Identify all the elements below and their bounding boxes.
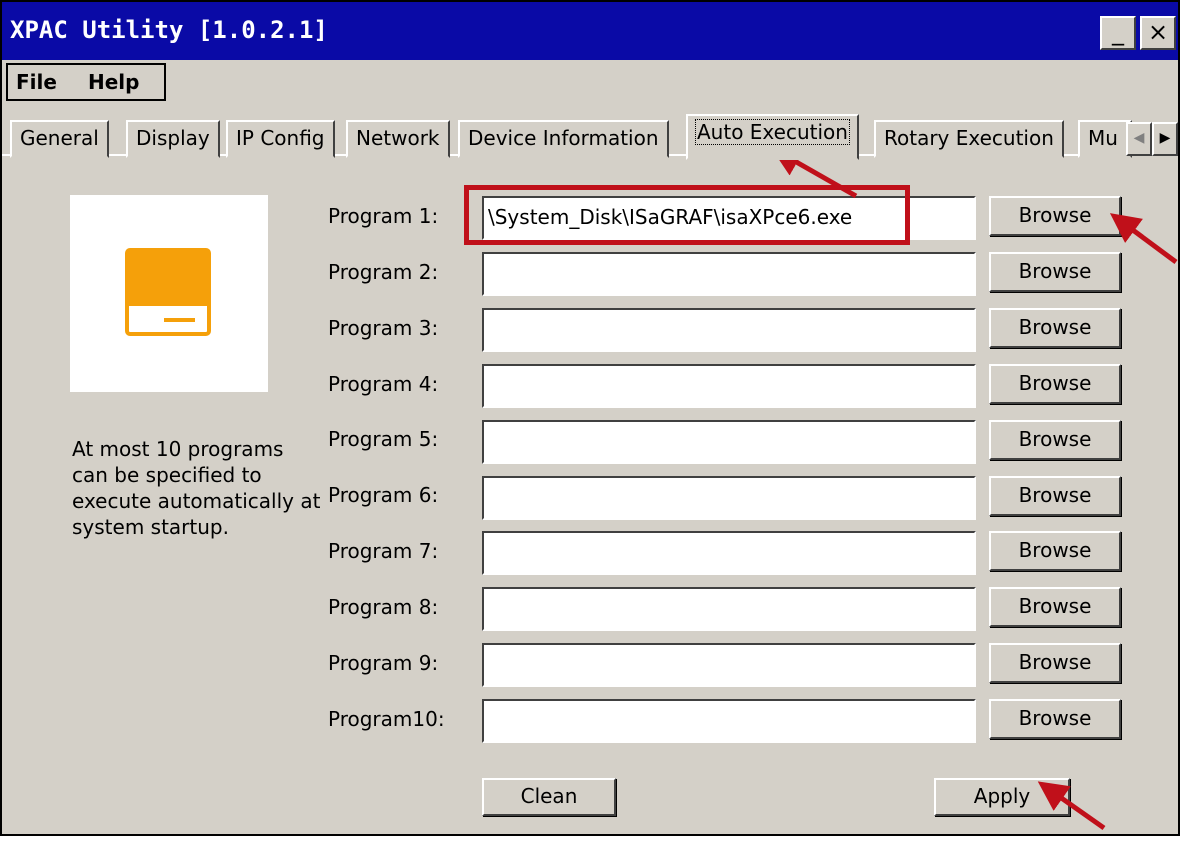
program-8-input[interactable] — [482, 587, 976, 631]
program-3-label: Program 3: — [328, 316, 439, 340]
tab-scroll-right-icon[interactable]: ▶ — [1152, 122, 1178, 156]
menu-file[interactable]: File — [16, 70, 57, 94]
app-icon-panel — [70, 195, 268, 392]
program-9-label: Program 9: — [328, 651, 439, 675]
program-5-input[interactable] — [482, 420, 976, 464]
program-1-label: Program 1: — [328, 204, 439, 228]
clean-button[interactable]: Clean — [482, 778, 616, 816]
program-10-label: Program10: — [328, 707, 445, 731]
xpac-utility-window: XPAC Utility [1.0.2.1] _ × File Help Gen… — [0, 0, 1180, 836]
program-1-input[interactable]: \System_Disk\ISaGRAF\isaXPce6.exe — [482, 196, 976, 240]
program-8-browse-button[interactable]: Browse — [989, 587, 1121, 627]
tab-scroll-left-icon[interactable]: ◀ — [1126, 122, 1152, 156]
program-2-label: Program 2: — [328, 260, 439, 284]
window-title: XPAC Utility [1.0.2.1] — [10, 16, 328, 44]
program-3-browse-button[interactable]: Browse — [989, 308, 1121, 348]
close-button[interactable]: × — [1140, 16, 1176, 50]
program-2-browse-button[interactable]: Browse — [989, 252, 1121, 292]
program-6-browse-button[interactable]: Browse — [989, 476, 1121, 516]
program-9-browse-button[interactable]: Browse — [989, 643, 1121, 683]
program-5-label: Program 5: — [328, 427, 439, 451]
tab-device-information[interactable]: Device Information — [458, 120, 669, 158]
tab-general[interactable]: General — [10, 120, 109, 158]
program-6-label: Program 6: — [328, 483, 439, 507]
apply-button[interactable]: Apply — [934, 778, 1070, 816]
program-5-browse-button[interactable]: Browse — [989, 420, 1121, 460]
auto-execution-description: At most 10 programs can be specified to … — [72, 437, 321, 539]
tab-network[interactable]: Network — [346, 120, 450, 158]
tab-auto-execution-label: Auto Execution — [695, 119, 850, 145]
program-4-label: Program 4: — [328, 372, 439, 396]
program-10-input[interactable] — [482, 699, 976, 743]
computer-monitor-icon — [125, 248, 211, 336]
program-3-input[interactable] — [482, 308, 976, 352]
tab-ip-config[interactable]: IP Config — [226, 120, 335, 158]
program-4-browse-button[interactable]: Browse — [989, 364, 1121, 404]
program-9-input[interactable] — [482, 643, 976, 687]
program-7-label: Program 7: — [328, 539, 439, 563]
tab-strip: General Display IP Config Network Device… — [2, 110, 1178, 160]
title-bar: XPAC Utility [1.0.2.1] _ × — [2, 2, 1178, 60]
program-1-browse-button[interactable]: Browse — [989, 196, 1121, 236]
program-7-browse-button[interactable]: Browse — [989, 531, 1121, 571]
minimize-button[interactable]: _ — [1100, 16, 1136, 50]
program-10-browse-button[interactable]: Browse — [989, 699, 1121, 739]
program-7-input[interactable] — [482, 531, 976, 575]
program-4-input[interactable] — [482, 364, 976, 408]
tab-auto-execution[interactable]: Auto Execution — [686, 114, 859, 160]
program-2-input[interactable] — [482, 252, 976, 296]
program-8-label: Program 8: — [328, 595, 439, 619]
program-6-input[interactable] — [482, 476, 976, 520]
menu-bar: File Help — [2, 60, 1178, 102]
menu-help[interactable]: Help — [88, 70, 139, 94]
tab-more[interactable]: Mu — [1078, 120, 1132, 158]
tab-rotary-execution[interactable]: Rotary Execution — [874, 120, 1064, 158]
tab-display[interactable]: Display — [126, 120, 220, 158]
menu-box: File Help — [6, 63, 166, 101]
